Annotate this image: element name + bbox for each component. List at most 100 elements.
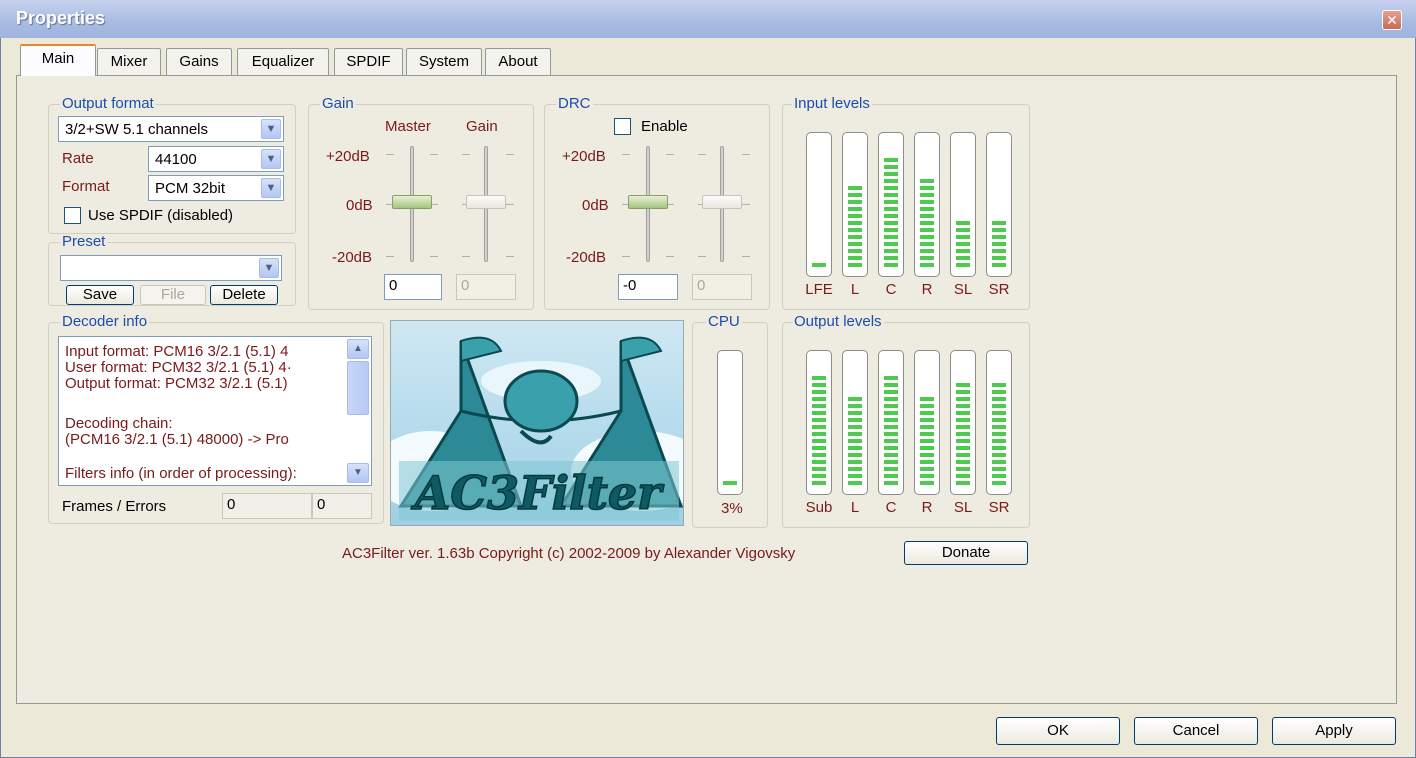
level-segment xyxy=(812,425,826,429)
master-slider-thumb[interactable] xyxy=(392,195,432,209)
chevron-down-icon[interactable]: ▼ xyxy=(261,178,281,198)
drc-gain-slider-thumb[interactable] xyxy=(702,195,742,209)
level-segment xyxy=(920,404,934,408)
level-segment xyxy=(884,453,898,457)
input-channel-label: R xyxy=(921,281,933,298)
rate-select[interactable]: 44100 ▼ xyxy=(148,146,284,172)
level-segment xyxy=(992,390,1006,394)
level-segment xyxy=(848,446,862,450)
output-channel-label: SR xyxy=(988,499,1010,516)
delete-button[interactable]: Delete xyxy=(210,285,278,305)
drc-zero-label: 0dB xyxy=(582,197,609,214)
level-segment xyxy=(884,467,898,471)
copyright-text: AC3Filter ver. 1.63b Copyright (c) 2002-… xyxy=(342,545,796,562)
tick xyxy=(506,204,514,205)
format-select[interactable]: PCM 32bit ▼ xyxy=(148,175,284,201)
scrollbar-thumb[interactable] xyxy=(347,361,369,415)
drc-enable-label: Enable xyxy=(641,118,688,135)
drc-label: DRC xyxy=(556,95,593,112)
close-icon[interactable]: ✕ xyxy=(1382,10,1402,30)
level-segment xyxy=(956,256,970,260)
tick xyxy=(386,154,394,155)
level-segment xyxy=(920,467,934,471)
decoder-line: Output format: PCM32 3/2.1 (5.1) xyxy=(65,375,288,392)
decoder-line: Filters info (in order of processing): xyxy=(65,465,297,482)
tab-system[interactable]: System xyxy=(406,48,482,75)
scrollbar[interactable]: ▲ ▼ xyxy=(345,337,371,485)
tab-about[interactable]: About xyxy=(485,48,551,75)
chevron-down-icon[interactable]: ▼ xyxy=(259,258,279,278)
apply-button[interactable]: Apply xyxy=(1272,717,1396,745)
tick xyxy=(430,154,438,155)
level-segment xyxy=(920,235,934,239)
tick xyxy=(666,154,674,155)
level-segment xyxy=(848,207,862,211)
level-segment xyxy=(884,460,898,464)
level-segment xyxy=(884,383,898,387)
level-segment xyxy=(848,200,862,204)
level-segment xyxy=(920,439,934,443)
level-segment xyxy=(884,207,898,211)
level-segment xyxy=(956,425,970,429)
donate-button[interactable]: Donate xyxy=(904,541,1028,565)
cancel-button[interactable]: Cancel xyxy=(1134,717,1258,745)
level-segment xyxy=(812,411,826,415)
tab-equalizer[interactable]: Equalizer xyxy=(237,48,329,75)
drc-slider-thumb[interactable] xyxy=(628,195,668,209)
channels-select[interactable]: 3/2+SW 5.1 channels ▼ xyxy=(58,116,284,142)
level-segment xyxy=(920,242,934,246)
level-segment xyxy=(920,193,934,197)
preset-select[interactable]: ▼ xyxy=(60,255,282,281)
chevron-down-icon[interactable]: ▼ xyxy=(347,463,369,483)
level-segment xyxy=(884,186,898,190)
level-segment xyxy=(848,249,862,253)
level-segment xyxy=(992,425,1006,429)
level-segment xyxy=(884,172,898,176)
gain-value-field[interactable]: 0 xyxy=(456,274,516,300)
level-segment xyxy=(992,397,1006,401)
level-segment xyxy=(884,249,898,253)
level-segment xyxy=(812,263,826,267)
tab-mixer[interactable]: Mixer xyxy=(97,48,161,75)
save-button[interactable]: Save xyxy=(66,285,134,305)
decoder-line: Decoding chain: xyxy=(65,415,173,432)
level-segment xyxy=(848,453,862,457)
level-segment xyxy=(812,397,826,401)
level-segment xyxy=(956,397,970,401)
drc-enable-checkbox[interactable] xyxy=(614,118,631,135)
level-segment xyxy=(992,221,1006,225)
chevron-down-icon[interactable]: ▼ xyxy=(261,119,281,139)
tab-spdif[interactable]: SPDIF xyxy=(334,48,403,75)
tick xyxy=(698,154,706,155)
title-bar[interactable]: Properties ✕ xyxy=(0,0,1416,38)
tab-main[interactable]: Main xyxy=(20,44,96,76)
tab-gains[interactable]: Gains xyxy=(166,48,232,75)
level-segment xyxy=(848,432,862,436)
chevron-up-icon[interactable]: ▲ xyxy=(347,339,369,359)
level-segment xyxy=(992,228,1006,232)
level-segment xyxy=(920,397,934,401)
level-segment xyxy=(992,383,1006,387)
level-segment xyxy=(956,474,970,478)
drc-gain-value-field[interactable]: 0 xyxy=(692,274,752,300)
file-button[interactable]: File xyxy=(140,285,206,305)
ok-button[interactable]: OK xyxy=(996,717,1120,745)
master-value-field[interactable]: 0 xyxy=(384,274,442,300)
chevron-down-icon[interactable]: ▼ xyxy=(261,149,281,169)
level-segment xyxy=(812,460,826,464)
level-segment xyxy=(848,467,862,471)
tick xyxy=(622,256,630,257)
level-segment xyxy=(848,214,862,218)
output-levels-label: Output levels xyxy=(792,313,884,330)
level-segment xyxy=(956,432,970,436)
level-segment xyxy=(812,383,826,387)
errors-field: 0 xyxy=(312,493,372,519)
level-segment xyxy=(920,214,934,218)
gain-slider-thumb[interactable] xyxy=(466,195,506,209)
level-segment xyxy=(956,263,970,267)
level-segment xyxy=(812,446,826,450)
decoder-info-text[interactable]: Input format: PCM16 3/2.1 (5.1) 4 User f… xyxy=(58,336,372,486)
use-spdif-checkbox[interactable] xyxy=(64,207,81,224)
drc-value-field[interactable]: -0 xyxy=(618,274,678,300)
level-segment xyxy=(992,411,1006,415)
